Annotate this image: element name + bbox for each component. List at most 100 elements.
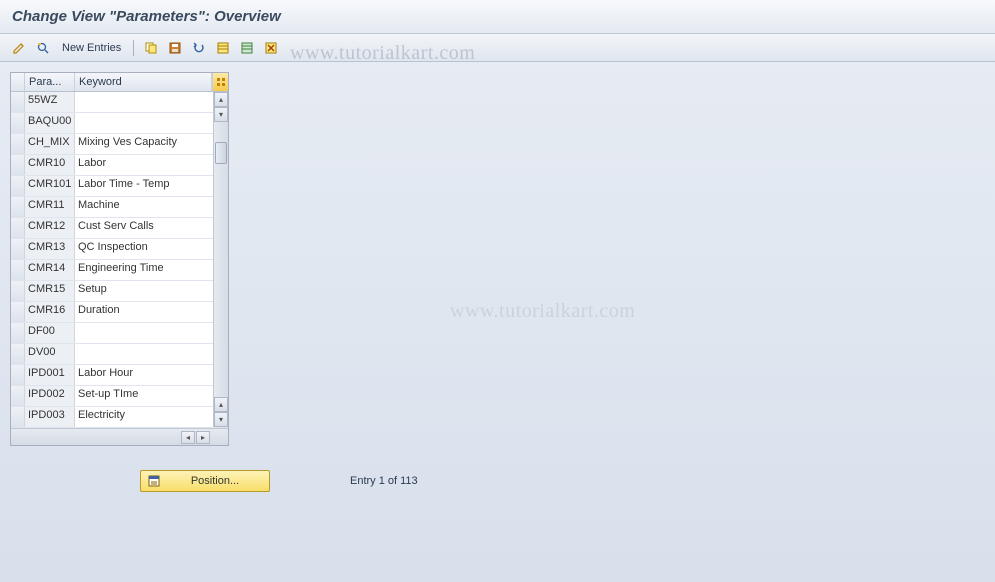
row-selector[interactable] [11, 260, 25, 280]
scroll-down-button-2[interactable]: ▴ [214, 397, 228, 412]
search-detail-icon[interactable] [34, 39, 52, 57]
table-row[interactable]: CMR16Duration [11, 302, 228, 323]
row-selector[interactable] [11, 344, 25, 364]
table-row[interactable]: DV00 [11, 344, 228, 365]
param-cell[interactable]: IPD003 [25, 407, 75, 427]
header-param[interactable]: Para... [25, 73, 75, 91]
param-cell[interactable]: CMR101 [25, 176, 75, 196]
position-label: Position... [167, 475, 263, 487]
table-row[interactable]: CMR13QC Inspection [11, 239, 228, 260]
table-row[interactable]: DF00 [11, 323, 228, 344]
table-header: Para... Keyword [11, 73, 228, 92]
undo-icon[interactable] [190, 39, 208, 57]
save-icon[interactable] [166, 39, 184, 57]
change-icon[interactable] [10, 39, 28, 57]
copy-icon[interactable] [142, 39, 160, 57]
horizontal-scrollbar[interactable]: ◂ ▸ [11, 428, 228, 445]
row-selector[interactable] [11, 323, 25, 343]
keyword-cell[interactable]: Mixing Ves Capacity [75, 134, 228, 154]
title-bar: Change View "Parameters": Overview [0, 0, 995, 34]
scroll-track[interactable] [214, 122, 228, 397]
param-cell[interactable]: CH_MIX [25, 134, 75, 154]
param-cell[interactable]: CMR14 [25, 260, 75, 280]
table-row[interactable]: BAQU00 [11, 113, 228, 134]
scroll-up-button-2[interactable]: ▾ [214, 107, 228, 122]
deselect-all-icon[interactable] [238, 39, 256, 57]
table-row[interactable]: IPD003Electricity [11, 407, 228, 428]
param-cell[interactable]: CMR11 [25, 197, 75, 217]
row-selector[interactable] [11, 113, 25, 133]
param-cell[interactable]: CMR16 [25, 302, 75, 322]
row-selector[interactable] [11, 134, 25, 154]
table-row[interactable]: IPD001Labor Hour [11, 365, 228, 386]
table-row[interactable]: 55WZ [11, 92, 228, 113]
param-cell[interactable]: DF00 [25, 323, 75, 343]
keyword-cell[interactable]: Cust Serv Calls [75, 218, 228, 238]
param-cell[interactable]: IPD001 [25, 365, 75, 385]
keyword-cell[interactable]: Setup [75, 281, 228, 301]
page-title: Change View "Parameters": Overview [12, 8, 281, 25]
keyword-cell[interactable]: Labor Hour [75, 365, 228, 385]
table-row[interactable]: CMR15Setup [11, 281, 228, 302]
content-area: Para... Keyword 55WZBAQU00CH_MIXMixing V… [0, 62, 995, 456]
row-selector[interactable] [11, 155, 25, 175]
row-selector[interactable] [11, 407, 25, 427]
delete-icon[interactable] [262, 39, 280, 57]
row-selector[interactable] [11, 92, 25, 112]
row-selector[interactable] [11, 302, 25, 322]
keyword-cell[interactable]: Set-up TIme [75, 386, 228, 406]
keyword-cell[interactable] [75, 323, 228, 343]
keyword-cell[interactable] [75, 92, 228, 112]
toolbar: New Entries [0, 34, 995, 62]
table-row[interactable]: CMR101Labor Time - Temp [11, 176, 228, 197]
scroll-right-button[interactable]: ▸ [196, 431, 210, 444]
header-keyword[interactable]: Keyword [75, 73, 212, 91]
keyword-cell[interactable]: Duration [75, 302, 228, 322]
keyword-cell[interactable] [75, 344, 228, 364]
table-config-icon[interactable] [212, 73, 228, 91]
keyword-cell[interactable]: Labor [75, 155, 228, 175]
header-select-col[interactable] [11, 73, 25, 91]
new-entries-button[interactable]: New Entries [58, 42, 125, 54]
select-all-icon[interactable] [214, 39, 232, 57]
keyword-cell[interactable]: QC Inspection [75, 239, 228, 259]
table-row[interactable]: CMR10Labor [11, 155, 228, 176]
row-selector[interactable] [11, 218, 25, 238]
row-selector[interactable] [11, 197, 25, 217]
row-selector[interactable] [11, 365, 25, 385]
param-cell[interactable]: CMR12 [25, 218, 75, 238]
param-cell[interactable]: DV00 [25, 344, 75, 364]
keyword-cell[interactable]: Engineering Time [75, 260, 228, 280]
table-body: 55WZBAQU00CH_MIXMixing Ves CapacityCMR10… [11, 92, 228, 428]
table-row[interactable]: CH_MIXMixing Ves Capacity [11, 134, 228, 155]
table-row[interactable]: CMR12Cust Serv Calls [11, 218, 228, 239]
parameters-table: Para... Keyword 55WZBAQU00CH_MIXMixing V… [10, 72, 229, 446]
keyword-cell[interactable] [75, 113, 228, 133]
param-cell[interactable]: CMR15 [25, 281, 75, 301]
row-selector[interactable] [11, 386, 25, 406]
vertical-scrollbar[interactable]: ▴ ▾ ▴ ▾ [213, 92, 228, 427]
row-selector[interactable] [11, 281, 25, 301]
keyword-cell[interactable]: Machine [75, 197, 228, 217]
scroll-down-button[interactable]: ▾ [214, 412, 228, 427]
keyword-cell[interactable]: Labor Time - Temp [75, 176, 228, 196]
table-row[interactable]: CMR11Machine [11, 197, 228, 218]
position-icon [147, 474, 161, 488]
param-cell[interactable]: CMR13 [25, 239, 75, 259]
toolbar-separator [133, 40, 134, 56]
table-row[interactable]: CMR14Engineering Time [11, 260, 228, 281]
scroll-thumb[interactable] [215, 142, 227, 164]
entry-counter: Entry 1 of 113 [350, 475, 418, 487]
keyword-cell[interactable]: Electricity [75, 407, 228, 427]
param-cell[interactable]: 55WZ [25, 92, 75, 112]
row-selector[interactable] [11, 176, 25, 196]
scroll-left-button[interactable]: ◂ [181, 431, 195, 444]
footer-row: Position... Entry 1 of 113 [10, 470, 418, 492]
position-button[interactable]: Position... [140, 470, 270, 492]
row-selector[interactable] [11, 239, 25, 259]
param-cell[interactable]: BAQU00 [25, 113, 75, 133]
param-cell[interactable]: IPD002 [25, 386, 75, 406]
param-cell[interactable]: CMR10 [25, 155, 75, 175]
table-row[interactable]: IPD002Set-up TIme [11, 386, 228, 407]
scroll-up-button[interactable]: ▴ [214, 92, 228, 107]
